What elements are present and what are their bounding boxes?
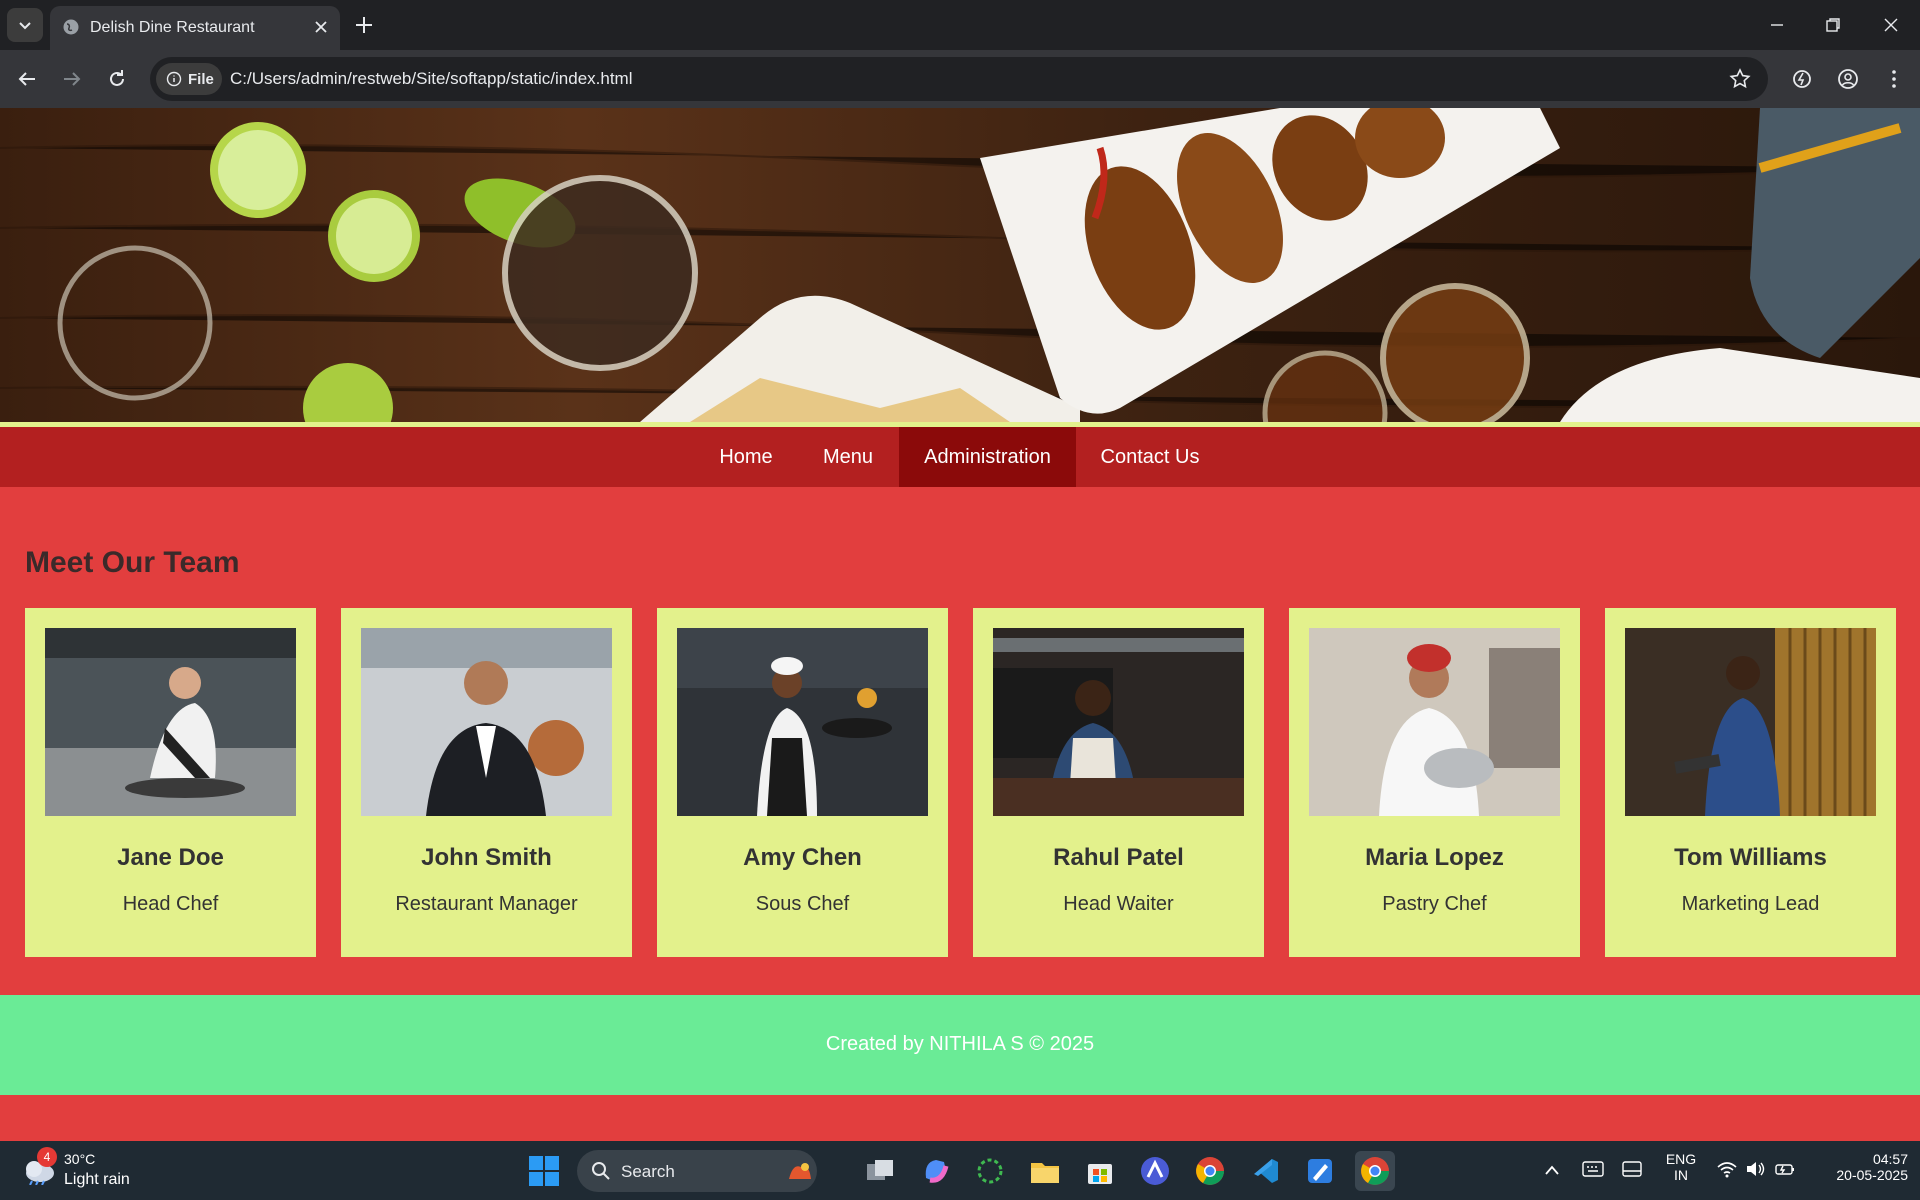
footer-text: Created by NITHILA S © 2025	[825, 1033, 1095, 1055]
info-icon	[166, 71, 182, 87]
team-member-role: Head Chef	[122, 893, 219, 915]
team-member-photo	[45, 628, 296, 816]
language-code: ENG	[1665, 1151, 1697, 1167]
team-card: Tom Williams Marketing Lead	[1605, 608, 1896, 957]
weather-badge: 4	[37, 1147, 57, 1167]
battery-icon[interactable]	[1774, 1160, 1796, 1178]
vscode-icon[interactable]	[1245, 1151, 1285, 1191]
chrome-active-icon[interactable]	[1355, 1151, 1395, 1191]
window-close-icon[interactable]	[1880, 14, 1902, 36]
globe-icon	[63, 19, 79, 35]
performance-icon[interactable]	[1790, 67, 1814, 91]
url-text[interactable]: C:/Users/admin/restweb/Site/softapp/stat…	[230, 69, 633, 89]
more-menu-icon[interactable]	[1882, 67, 1906, 91]
team-member-photo	[677, 628, 928, 816]
nav-menu[interactable]: Menu	[802, 427, 894, 487]
windows-taskbar: 4 30°C Light rain Search ENG IN 04:57 20…	[0, 1141, 1920, 1200]
copilot-icon[interactable]	[915, 1151, 955, 1191]
volume-icon[interactable]	[1744, 1160, 1766, 1178]
team-card: John Smith Restaurant Manager	[341, 608, 632, 957]
team-member-photo	[993, 628, 1244, 816]
new-tab-icon[interactable]	[353, 14, 375, 36]
taskbar-search[interactable]: Search	[577, 1150, 817, 1192]
browser-toolbar: File C:/Users/admin/restweb/Site/softapp…	[0, 50, 1920, 108]
team-card: Maria Lopez Pastry Chef	[1289, 608, 1580, 957]
region-code: IN	[1674, 1167, 1688, 1183]
microsoft-store-icon[interactable]	[1080, 1151, 1120, 1191]
team-member-role: Head Waiter	[1063, 893, 1174, 915]
app-launcher-icon[interactable]	[1135, 1151, 1175, 1191]
team-member-name: Tom Williams	[1674, 844, 1827, 871]
chip-label: File	[188, 70, 214, 88]
team-card: Amy Chen Sous Chef	[657, 608, 948, 957]
profile-icon[interactable]	[1836, 67, 1860, 91]
weather-temperature[interactable]: 30°C	[64, 1151, 95, 1167]
clock[interactable]: 04:57 20-05-2025	[1816, 1151, 1908, 1183]
keyboard-icon[interactable]	[1582, 1160, 1604, 1178]
site-info-chip[interactable]: File	[156, 63, 222, 95]
windows-start-icon[interactable]	[528, 1155, 560, 1187]
file-explorer-icon[interactable]	[1025, 1151, 1065, 1191]
forward-icon[interactable]	[60, 67, 84, 91]
page-footer: Created by NITHILA S © 2025	[0, 995, 1920, 1095]
browser-tab[interactable]: Delish Dine Restaurant	[50, 6, 340, 50]
weather-description[interactable]: Light rain	[64, 1171, 130, 1189]
bookmark-star-icon[interactable]	[1728, 67, 1752, 91]
team-member-role: Restaurant Manager	[395, 893, 578, 915]
team-member-name: Rahul Patel	[1053, 844, 1184, 871]
search-label: Search	[621, 1162, 675, 1181]
language-indicator[interactable]: ENG IN	[1660, 1151, 1702, 1183]
restore-icon[interactable]	[1822, 14, 1844, 36]
sync-app-icon[interactable]	[970, 1151, 1010, 1191]
address-bar[interactable]: File C:/Users/admin/restweb/Site/softapp…	[150, 57, 1768, 101]
team-member-role: Sous Chef	[755, 893, 850, 915]
nav-administration[interactable]: Administration	[899, 427, 1076, 487]
search-icon	[592, 1162, 610, 1180]
team-member-name: Amy Chen	[743, 844, 862, 871]
close-icon[interactable]	[312, 18, 330, 36]
paint-icon[interactable]	[1300, 1151, 1340, 1191]
search-highlight-icon	[789, 1163, 811, 1179]
nav-home[interactable]: Home	[700, 427, 792, 487]
team-member-role: Marketing Lead	[1681, 893, 1820, 915]
team-member-name: John Smith	[421, 844, 552, 871]
clock-date: 20-05-2025	[1836, 1167, 1908, 1183]
clock-time: 04:57	[1872, 1151, 1908, 1167]
team-member-photo	[1309, 628, 1560, 816]
wifi-icon[interactable]	[1716, 1160, 1738, 1178]
task-view-icon[interactable]	[860, 1151, 900, 1191]
nav-contact-us[interactable]: Contact Us	[1082, 427, 1218, 487]
team-card: Rahul Patel Head Waiter	[973, 608, 1264, 957]
team-member-role: Pastry Chef	[1382, 893, 1487, 915]
minimize-icon[interactable]	[1766, 14, 1788, 36]
tablet-mode-icon[interactable]	[1621, 1160, 1643, 1178]
reload-icon[interactable]	[105, 67, 129, 91]
main-navbar: Home Menu Administration Contact Us	[0, 427, 1920, 487]
team-member-name: Maria Lopez	[1365, 844, 1504, 871]
team-card: Jane Doe Head Chef	[25, 608, 316, 957]
tab-list-button[interactable]	[7, 8, 43, 42]
tab-title: Delish Dine Restaurant	[90, 19, 255, 36]
team-member-photo	[1625, 628, 1876, 816]
hero-banner-image	[0, 108, 1920, 422]
chrome-icon[interactable]	[1190, 1151, 1230, 1191]
team-member-photo	[361, 628, 612, 816]
back-icon[interactable]	[15, 67, 39, 91]
chevron-up-icon[interactable]	[1544, 1163, 1560, 1177]
browser-tab-bar: Delish Dine Restaurant	[0, 0, 1920, 50]
chevron-down-icon	[19, 22, 31, 30]
team-member-name: Jane Doe	[117, 844, 224, 871]
food-table-illustration	[0, 108, 1920, 422]
section-title: Meet Our Team	[25, 546, 240, 579]
